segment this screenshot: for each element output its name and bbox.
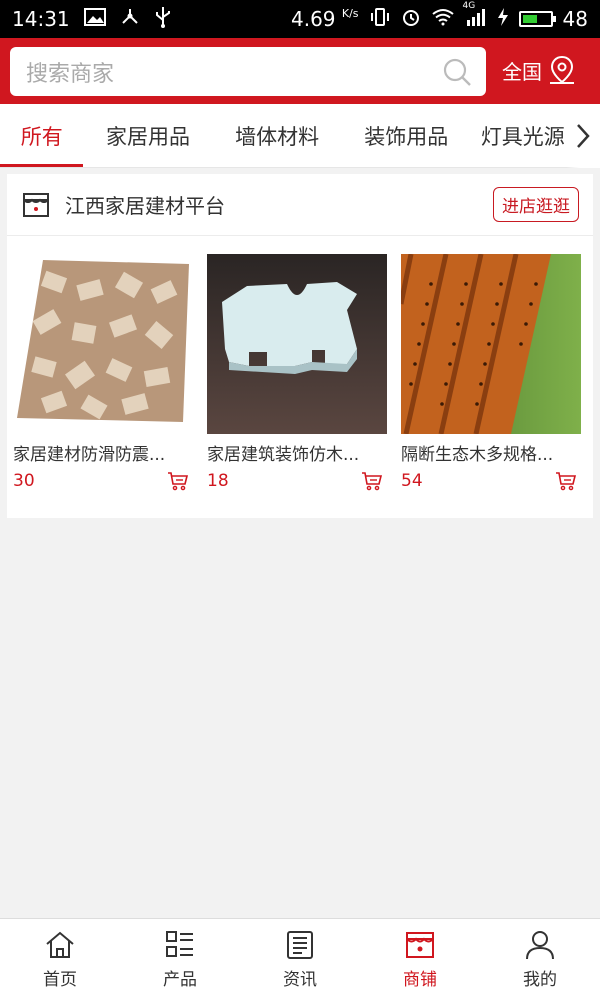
nav-products-label: 产品 (163, 970, 197, 990)
store-name[interactable]: 江西家居建材平台 (65, 190, 493, 219)
news-icon (287, 931, 313, 959)
user-icon (526, 931, 554, 960)
product-card[interactable]: 家居建筑装饰仿木... 18 (207, 254, 387, 491)
category-tabs: 所有 家居用品 墙体材料 装饰用品 灯具光源 (0, 104, 600, 168)
status-bar: 14:31 4.69 K/s 4G 48 (0, 0, 600, 38)
product-price: 30 (13, 471, 35, 491)
nav-home[interactable]: 首页 (0, 919, 120, 1000)
battery-level: 48 (562, 7, 588, 31)
header: 搜索商家 全国 (0, 38, 600, 104)
image-icon (83, 7, 106, 31)
cart-icon[interactable] (555, 471, 577, 491)
store-card: 江西家居建材平台 进店逛逛 家居建材防滑防震... 30 家居建筑装饰仿木...… (7, 174, 593, 518)
nav-home-label: 首页 (43, 970, 77, 990)
vibrate-icon (369, 7, 391, 32)
usb-icon (154, 6, 172, 33)
location-icon (550, 55, 574, 84)
share-icon (120, 7, 140, 32)
store-icon (23, 192, 49, 217)
product-title: 家居建材防滑防震... (13, 445, 166, 465)
nav-products[interactable]: 产品 (120, 919, 240, 1000)
search-icon[interactable] (442, 57, 472, 87)
nav-shops[interactable]: 商铺 (360, 919, 480, 1000)
signal-icon: 4G (463, 1, 487, 31)
product-card[interactable]: 隔断生态木多规格... 54 (401, 254, 581, 491)
product-title: 家居建筑装饰仿木... (207, 445, 360, 465)
status-time: 14:31 (12, 7, 70, 31)
product-card[interactable]: 家居建材防滑防震... 30 (13, 254, 193, 491)
home-icon (46, 931, 74, 958)
nav-profile-label: 我的 (523, 970, 557, 990)
shop-icon (406, 932, 434, 958)
alarm-icon (401, 7, 421, 32)
tabs-more-button[interactable] (566, 104, 600, 168)
product-list-icon (166, 931, 193, 957)
cart-icon[interactable] (361, 471, 383, 491)
product-price: 18 (207, 471, 229, 491)
nav-news-label: 资讯 (283, 970, 317, 990)
product-image[interactable] (401, 254, 581, 434)
product-price: 54 (401, 471, 423, 491)
product-image[interactable] (13, 254, 193, 434)
region-selector[interactable]: 全国 (502, 50, 576, 90)
product-image[interactable] (207, 254, 387, 434)
wifi-icon (431, 7, 455, 31)
product-title: 隔断生态木多规格... (401, 445, 554, 465)
tab-home-goods[interactable]: 家居用品 (83, 104, 212, 167)
nav-news[interactable]: 资讯 (240, 919, 360, 1000)
network-speed: 4.69 K/s (291, 7, 359, 31)
bottom-nav: 首页 产品 资讯 商铺 我的 (0, 918, 600, 1000)
charging-icon (497, 7, 509, 32)
store-header: 江西家居建材平台 进店逛逛 (7, 174, 593, 236)
tab-decoration[interactable]: 装饰用品 (342, 104, 471, 167)
battery-icon (518, 11, 556, 27)
chevron-right-icon (577, 124, 590, 148)
product-list: 家居建材防滑防震... 30 家居建筑装饰仿木... 18 隔断生态木多规格..… (13, 254, 581, 491)
visit-store-button[interactable]: 进店逛逛 (493, 187, 579, 222)
search-placeholder: 搜索商家 (26, 61, 115, 87)
tab-wall-materials[interactable]: 墙体材料 (213, 104, 342, 167)
region-label: 全国 (502, 59, 542, 84)
search-input[interactable]: 搜索商家 (10, 47, 486, 96)
nav-profile[interactable]: 我的 (480, 919, 600, 1000)
cart-icon[interactable] (167, 471, 189, 491)
tab-all[interactable]: 所有 (0, 104, 84, 167)
nav-shops-label: 商铺 (403, 970, 437, 990)
